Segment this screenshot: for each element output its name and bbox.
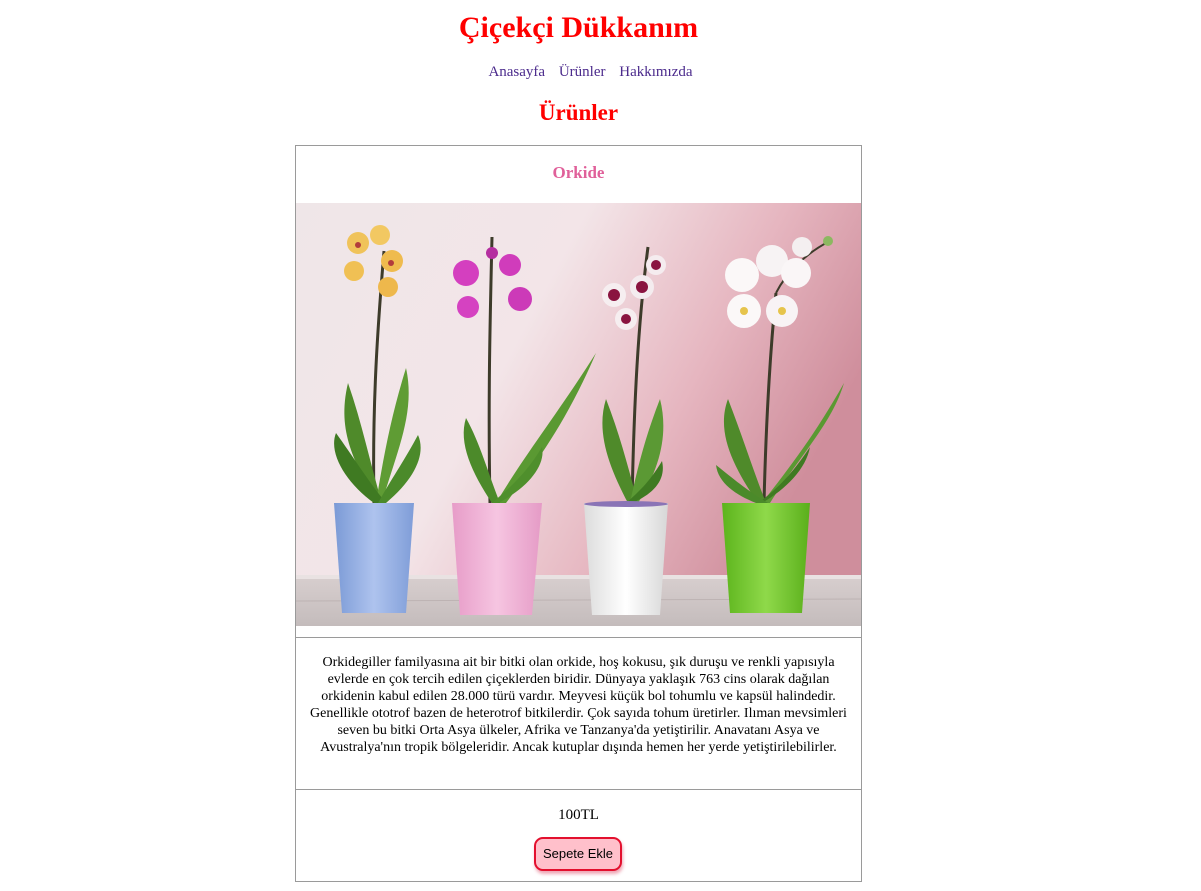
add-to-cart-button[interactable]: Sepete Ekle [534, 837, 622, 871]
product-name: Orkide [552, 163, 605, 182]
main-nav: Anasayfa Ürünler Hakkımızda [0, 62, 1181, 82]
product-card: Orkide Orkidegiller familyasına ait bir … [295, 145, 862, 882]
site-title: Çiçekçi Dükkanım [458, 11, 699, 44]
product-price: 100TL [558, 807, 599, 823]
divider [296, 789, 861, 790]
nav-link-products[interactable]: Ürünler [559, 64, 606, 80]
divider [296, 637, 861, 638]
nav-link-home[interactable]: Anasayfa [488, 64, 545, 80]
nav-link-about[interactable]: Hakkımızda [619, 64, 692, 80]
section-title: Ürünler [538, 100, 619, 125]
product-image [296, 203, 861, 626]
product-description: Orkidegiller familyasına ait bir bitki o… [310, 655, 847, 755]
